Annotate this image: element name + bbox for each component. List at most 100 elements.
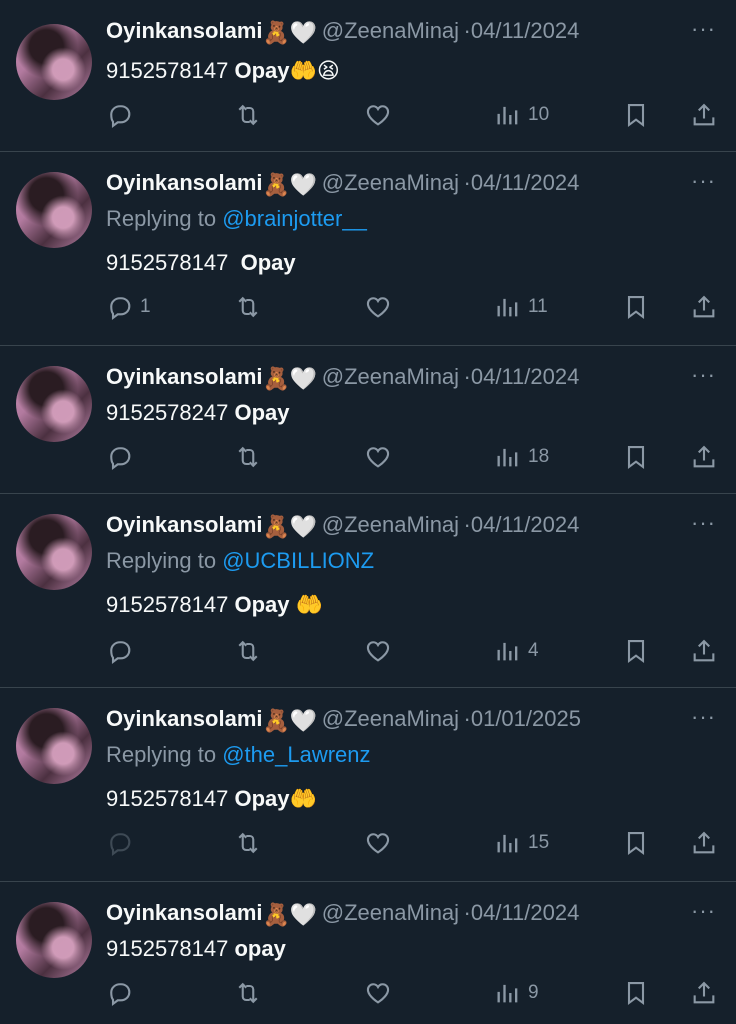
- reply-button[interactable]: [106, 826, 140, 860]
- share-button[interactable]: [690, 290, 718, 324]
- reply-mention-link[interactable]: @UCBILLIONZ: [222, 548, 374, 573]
- reply-button[interactable]: [106, 634, 140, 668]
- display-name[interactable]: Oyinkansolami: [106, 364, 263, 389]
- retweet-button[interactable]: [234, 290, 262, 324]
- heart-icon: [366, 983, 390, 1004]
- bookmark-button[interactable]: [622, 290, 650, 324]
- bookmark-icon: [627, 446, 645, 470]
- bank-name: Opay: [234, 592, 290, 617]
- more-options-icon[interactable]: ···: [691, 362, 716, 388]
- retweet-button[interactable]: [234, 634, 262, 668]
- replying-to-label: Replying to: [106, 742, 217, 767]
- more-options-icon[interactable]: ···: [691, 704, 716, 730]
- more-options-icon[interactable]: ···: [691, 168, 716, 194]
- action-bar: 18: [0, 440, 736, 474]
- bookmark-button[interactable]: [622, 98, 650, 132]
- views-button[interactable]: 4: [494, 634, 539, 668]
- views-button[interactable]: 15: [494, 826, 549, 860]
- bookmark-button[interactable]: [622, 976, 650, 1010]
- avatar[interactable]: [16, 24, 92, 100]
- tweet[interactable]: Oyinkansolami🧸🤍 @ZeenaMinaj ·04/11/2024 …: [0, 346, 736, 494]
- user-handle[interactable]: @ZeenaMinaj: [322, 170, 459, 195]
- avatar[interactable]: [16, 708, 92, 784]
- tweet[interactable]: Oyinkansolami🧸🤍 @ZeenaMinaj ·01/01/2025 …: [0, 688, 736, 882]
- share-button[interactable]: [690, 440, 718, 474]
- retweet-button[interactable]: [234, 440, 262, 474]
- heart-icon: [366, 641, 390, 662]
- avatar[interactable]: [16, 366, 92, 442]
- display-name[interactable]: Oyinkansolami: [106, 18, 263, 43]
- like-button[interactable]: [364, 440, 392, 474]
- like-button[interactable]: [364, 98, 392, 132]
- bookmark-button[interactable]: [622, 440, 650, 474]
- reply-button[interactable]: 1: [106, 290, 151, 324]
- bank-name: Opay: [234, 786, 290, 811]
- retweet-button[interactable]: [234, 98, 262, 132]
- like-button[interactable]: [364, 290, 392, 324]
- more-options-icon[interactable]: ···: [691, 898, 716, 924]
- reply-icon: [110, 983, 131, 1006]
- reply-mention-link[interactable]: @brainjotter__: [222, 206, 367, 231]
- action-bar: 10: [0, 98, 736, 132]
- tweet-text: 9152578147 Opay: [106, 250, 296, 276]
- like-button[interactable]: [364, 826, 392, 860]
- share-button[interactable]: [690, 98, 718, 132]
- name-emojis: 🧸🤍: [262, 366, 318, 391]
- tweet[interactable]: Oyinkansolami🧸🤍 @ZeenaMinaj ·04/11/2024 …: [0, 494, 736, 688]
- user-handle[interactable]: @ZeenaMinaj: [322, 706, 459, 731]
- avatar[interactable]: [16, 172, 92, 248]
- share-button[interactable]: [690, 826, 718, 860]
- user-handle[interactable]: @ZeenaMinaj: [322, 18, 459, 43]
- display-name[interactable]: Oyinkansolami: [106, 900, 263, 925]
- retweet-button[interactable]: [234, 826, 262, 860]
- tweet[interactable]: Oyinkansolami🧸🤍 @ZeenaMinaj ·04/11/2024 …: [0, 882, 736, 1024]
- account-number: 9152578147: [106, 786, 229, 811]
- tweet-date[interactable]: 04/11/2024: [471, 364, 579, 389]
- reply-button[interactable]: [106, 976, 140, 1010]
- bookmark-button[interactable]: [622, 634, 650, 668]
- views-button[interactable]: 10: [494, 98, 549, 132]
- share-button[interactable]: [690, 634, 718, 668]
- retweet-button[interactable]: [234, 976, 262, 1010]
- tweet[interactable]: Oyinkansolami🧸🤍 @ZeenaMinaj ·04/11/2024 …: [0, 0, 736, 152]
- reply-mention-link[interactable]: @the_Lawrenz: [222, 742, 370, 767]
- user-handle[interactable]: @ZeenaMinaj: [322, 900, 459, 925]
- tweet-date[interactable]: 01/01/2025: [471, 706, 581, 731]
- retweet-icon: [238, 982, 258, 1004]
- replying-to-label: Replying to: [106, 206, 217, 231]
- reply-count: 1: [140, 296, 151, 317]
- like-button[interactable]: [364, 634, 392, 668]
- bookmark-icon: [627, 104, 645, 128]
- action-bar: 1 11: [0, 290, 736, 324]
- tweet-text: 9152578147 Opay 🤲: [106, 592, 323, 618]
- share-icon: [693, 445, 715, 468]
- avatar[interactable]: [16, 514, 92, 590]
- more-options-icon[interactable]: ···: [691, 510, 716, 536]
- display-name[interactable]: Oyinkansolami: [106, 170, 263, 195]
- display-name[interactable]: Oyinkansolami: [106, 512, 263, 537]
- share-button[interactable]: [690, 976, 718, 1010]
- tweet-date[interactable]: 04/11/2024: [471, 900, 579, 925]
- user-handle[interactable]: @ZeenaMinaj: [322, 512, 459, 537]
- tweet-date[interactable]: 04/11/2024: [471, 18, 579, 43]
- display-name[interactable]: Oyinkansolami: [106, 706, 263, 731]
- views-button[interactable]: 9: [494, 976, 539, 1010]
- more-options-icon[interactable]: ···: [691, 16, 716, 42]
- reply-button[interactable]: [106, 440, 140, 474]
- views-count: 10: [528, 104, 550, 125]
- tweet-date[interactable]: 04/11/2024: [471, 512, 579, 537]
- views-count: 15: [528, 832, 550, 853]
- views-icon: [497, 984, 518, 1003]
- name-emojis: 🧸🤍: [262, 172, 318, 197]
- tweet-date[interactable]: 04/11/2024: [471, 170, 579, 195]
- bookmark-icon: [627, 832, 645, 856]
- bookmark-button[interactable]: [622, 826, 650, 860]
- views-icon: [497, 448, 518, 467]
- views-button[interactable]: 11: [494, 290, 548, 324]
- views-button[interactable]: 18: [494, 440, 549, 474]
- user-handle[interactable]: @ZeenaMinaj: [322, 364, 459, 389]
- reply-button[interactable]: [106, 98, 140, 132]
- tweet[interactable]: Oyinkansolami🧸🤍 @ZeenaMinaj ·04/11/2024 …: [0, 152, 736, 346]
- avatar[interactable]: [16, 902, 92, 978]
- like-button[interactable]: [364, 976, 392, 1010]
